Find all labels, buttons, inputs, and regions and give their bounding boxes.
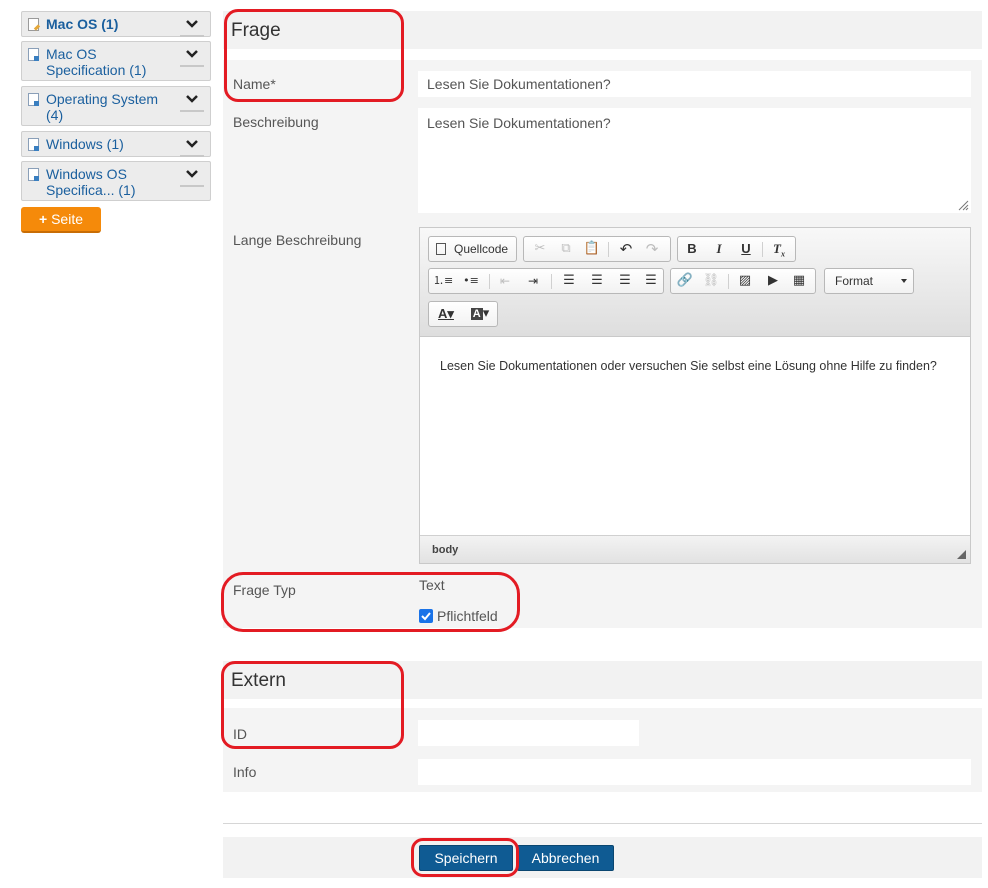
beschreibung-text: Lesen Sie Dokumentationen?	[427, 115, 611, 131]
sidebar-item-label: Operating System (4)	[46, 91, 159, 123]
image-icon[interactable]: ▨	[735, 272, 755, 290]
link-icon[interactable]: 🔗	[675, 272, 695, 290]
sidebar-item-mac-os-specification[interactable]: Mac OS Specification (1)	[21, 41, 211, 81]
sidebar-item-label: Windows OS Specifica... (1)	[46, 166, 136, 198]
editor-status-bar: body	[420, 535, 970, 563]
chevron-down-icon[interactable]	[180, 47, 204, 67]
editor-toolbar: Quellcode ✂ ⧉ 📋 ↶ ↷ B I U Tx ⒈≡ •≡ ⇤ ⇥ ☰…	[420, 228, 970, 337]
annotation-ring-frage-typ	[221, 572, 520, 632]
annotation-ring-extern	[221, 661, 404, 749]
chevron-down-icon[interactable]	[180, 17, 204, 37]
source-button-label: Quellcode	[454, 242, 509, 256]
format-dropdown[interactable]: Format	[824, 268, 914, 294]
id-input[interactable]	[418, 720, 639, 746]
add-page-label: Seite	[51, 211, 83, 227]
annotation-ring-save	[411, 838, 519, 877]
info-label: Info	[233, 764, 257, 780]
italic-icon[interactable]: I	[709, 240, 729, 258]
outdent-icon[interactable]: ⇤	[495, 272, 515, 290]
edit-page-icon	[28, 18, 39, 31]
sidebar-item-mac-os[interactable]: Mac OS (1)	[21, 11, 211, 37]
sidebar-item-operating-system[interactable]: Operating System (4)	[21, 86, 211, 126]
sidebar-item-label: Mac OS Specification (1)	[46, 46, 147, 78]
align-justify-icon[interactable]: ☰	[641, 272, 661, 290]
page-icon	[28, 93, 39, 106]
resize-grip-icon[interactable]	[957, 199, 969, 211]
cancel-button[interactable]: Abbrechen	[517, 845, 614, 871]
dropdown-arrow-icon	[901, 279, 907, 283]
plus-icon: +	[39, 211, 48, 227]
insert-group: 🔗 ⛓ ▨ ▶ ▦	[670, 268, 816, 294]
paragraph-group: ⒈≡ •≡ ⇤ ⇥ ☰ ☰ ☰ ☰	[428, 268, 664, 294]
copy-icon[interactable]: ⧉	[556, 240, 576, 258]
info-input[interactable]	[418, 759, 971, 785]
text-color-icon[interactable]: A▾	[433, 305, 459, 323]
paste-icon[interactable]: 📋	[582, 240, 602, 258]
basic-styles-group: B I U Tx	[677, 236, 796, 262]
beschreibung-label: Beschreibung	[233, 114, 319, 130]
rich-text-editor[interactable]: Quellcode ✂ ⧉ 📋 ↶ ↷ B I U Tx ⒈≡ •≡ ⇤ ⇥ ☰…	[419, 227, 971, 564]
annotation-ring-frage	[224, 9, 404, 102]
color-group: A▾ A ▾	[428, 301, 498, 327]
sidebar-item-label: Mac OS (1)	[46, 16, 119, 32]
format-dropdown-label: Format	[835, 274, 874, 288]
clipboard-group: ✂ ⧉ 📋 ↶ ↷	[523, 236, 671, 262]
add-page-button[interactable]: + Seite	[21, 207, 101, 233]
undo-icon[interactable]: ↶	[616, 240, 636, 258]
align-center-icon[interactable]: ☰	[587, 272, 607, 290]
beschreibung-textarea[interactable]: Lesen Sie Dokumentationen?	[418, 108, 971, 213]
numbered-list-icon[interactable]: ⒈≡	[433, 272, 453, 290]
align-left-icon[interactable]: ☰	[559, 272, 579, 290]
bulleted-list-icon[interactable]: •≡	[461, 272, 481, 290]
page-icon	[28, 138, 39, 151]
sidebar-item-windows-os-specification[interactable]: Windows OS Specifica... (1)	[21, 161, 211, 201]
cut-icon[interactable]: ✂	[530, 240, 550, 258]
align-right-icon[interactable]: ☰	[615, 272, 635, 290]
page-icon	[28, 48, 39, 61]
redo-icon[interactable]: ↷	[642, 240, 662, 258]
underline-icon[interactable]: U	[736, 240, 756, 258]
lange-beschreibung-label: Lange Beschreibung	[233, 232, 362, 248]
sidebar-item-windows[interactable]: Windows (1)	[21, 131, 211, 157]
name-input[interactable]	[418, 71, 971, 97]
indent-icon[interactable]: ⇥	[523, 272, 543, 290]
bold-icon[interactable]: B	[682, 240, 702, 258]
remove-format-icon[interactable]: Tx	[769, 240, 789, 259]
source-button[interactable]: Quellcode	[428, 236, 517, 262]
page-icon	[28, 168, 39, 181]
table-icon[interactable]: ▦	[789, 272, 809, 290]
youtube-icon[interactable]: ▶	[763, 272, 783, 290]
background-color-icon[interactable]: A ▾	[467, 305, 493, 323]
chevron-down-icon[interactable]	[180, 137, 204, 157]
sidebar-item-label: Windows (1)	[46, 136, 124, 152]
unlink-icon[interactable]: ⛓	[701, 272, 721, 290]
source-code-icon	[436, 243, 446, 255]
editor-content[interactable]: Lesen Sie Dokumentationen oder versuchen…	[440, 356, 940, 377]
chevron-down-icon[interactable]	[180, 167, 204, 187]
element-path[interactable]: body	[432, 544, 458, 556]
divider	[223, 823, 982, 824]
chevron-down-icon[interactable]	[180, 92, 204, 112]
resize-grip-icon[interactable]	[957, 550, 966, 559]
